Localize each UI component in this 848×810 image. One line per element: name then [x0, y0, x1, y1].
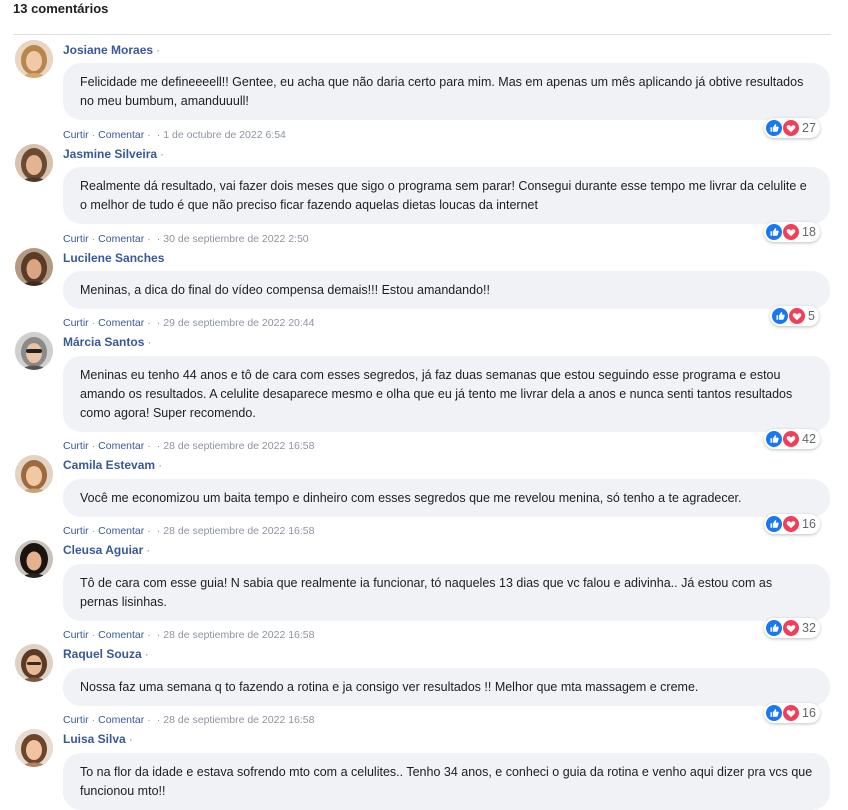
reply-link[interactable]: Comentar [98, 129, 144, 141]
reaction-count: 18 [802, 225, 816, 239]
comment-actions: Curtir · Comentar · · 28 de septiembre de 202… [63, 440, 315, 452]
avatar[interactable] [15, 729, 53, 767]
comment-date[interactable]: 28 de septiembre de 2022 16:58 [163, 629, 314, 641]
reply-link[interactable]: Comentar [98, 629, 144, 641]
comment-actions: Curtir · Comentar · · 1 de octubre de 2022 6:… [63, 129, 286, 141]
like-link[interactable]: Curtir [63, 525, 89, 537]
comment-text: Felicidade me defineeeell!! Gentee, eu a… [63, 63, 830, 120]
love-reaction-icon [783, 431, 799, 447]
comments-count-title: 13 comentários [13, 1, 109, 16]
comment-date[interactable]: 28 de septiembre de 2022 16:58 [163, 525, 314, 537]
reactions-badge[interactable]: 32 [764, 618, 820, 638]
comment-text: Meninas, a dica do final do vídeo compen… [63, 271, 830, 309]
commenter-name[interactable]: Josiane Moraes · [63, 43, 160, 57]
like-link[interactable]: Curtir [63, 714, 89, 726]
comment-text: Meninas eu tenho 44 anos e tô de cara co… [63, 356, 830, 432]
like-reaction-icon [766, 120, 782, 136]
reactions-badge[interactable]: 16 [764, 703, 820, 723]
reply-link[interactable]: Comentar [98, 440, 144, 452]
avatar[interactable] [15, 644, 53, 682]
comment-text: Realmente dá resultado, vai fazer dois m… [63, 167, 830, 224]
reaction-count: 5 [808, 309, 815, 323]
comment-text: Você me economizou um baita tempo e dinh… [63, 479, 830, 517]
comment-date[interactable]: 30 de septiembre de 2022 2:50 [163, 233, 308, 245]
avatar-photo-icon [15, 248, 53, 286]
avatar[interactable] [15, 248, 53, 286]
comment-actions: Curtir · Comentar · · 28 de septiembre de 202… [63, 629, 315, 641]
avatar-photo-icon [15, 332, 53, 370]
reply-link[interactable]: Comentar [98, 525, 144, 537]
love-reaction-icon [783, 224, 799, 240]
reply-link[interactable]: Comentar [98, 317, 144, 329]
commenter-name[interactable]: Cleusa Aguiar · [63, 543, 150, 557]
commenter-name[interactable]: Raquel Souza · [63, 647, 149, 661]
comment-text: Nossa faz uma semana q to fazendo a roti… [63, 668, 830, 706]
commenter-name[interactable]: Camila Estevam · [63, 458, 162, 472]
like-reaction-icon [766, 620, 782, 636]
reactions-badge[interactable]: 18 [764, 222, 820, 242]
avatar-photo-icon [15, 540, 53, 578]
divider [13, 34, 831, 35]
like-link[interactable]: Curtir [63, 629, 89, 641]
avatar-photo-icon [15, 40, 53, 78]
love-reaction-icon [789, 308, 805, 324]
reply-link[interactable]: Comentar [98, 233, 144, 245]
commenter-name[interactable]: Lucilene Sanches [63, 251, 164, 265]
reaction-count: 16 [802, 706, 816, 720]
avatar[interactable] [15, 40, 53, 78]
love-reaction-icon [783, 120, 799, 136]
like-link[interactable]: Curtir [63, 317, 89, 329]
comment-text: Tô de cara com esse guia! N sabia que re… [63, 564, 830, 621]
commenter-name[interactable]: Márcia Santos · [63, 335, 151, 349]
reaction-count: 32 [802, 621, 816, 635]
commenter-name[interactable]: Luisa Silva · [63, 732, 133, 746]
comment-date[interactable]: 28 de septiembre de 2022 16:58 [163, 440, 314, 452]
comment-date[interactable]: 1 de octubre de 2022 6:54 [163, 129, 286, 141]
avatar-photo-icon [15, 455, 53, 493]
comment-date[interactable]: 29 de septiembre de 2022 20:44 [163, 317, 314, 329]
like-reaction-icon [766, 516, 782, 532]
avatar-photo-icon [15, 644, 53, 682]
avatar[interactable] [15, 455, 53, 493]
love-reaction-icon [783, 705, 799, 721]
reaction-count: 27 [802, 121, 816, 135]
comment-text: To na flor da idade e estava sofrendo mt… [63, 753, 830, 810]
like-reaction-icon [766, 705, 782, 721]
like-link[interactable]: Curtir [63, 233, 89, 245]
comment-date[interactable]: 28 de septiembre de 2022 16:58 [163, 714, 314, 726]
reply-link[interactable]: Comentar [98, 714, 144, 726]
comment-actions: Curtir · Comentar · · 29 de septiembre de 202… [63, 317, 315, 329]
love-reaction-icon [783, 516, 799, 532]
like-link[interactable]: Curtir [63, 440, 89, 452]
like-reaction-icon [766, 224, 782, 240]
avatar[interactable] [15, 540, 53, 578]
commenter-name[interactable]: Jasmine Silveira · [63, 147, 164, 161]
reactions-badge[interactable]: 42 [764, 429, 820, 449]
comment-actions: Curtir · Comentar · · 28 de septiembre de 202… [63, 525, 315, 537]
reactions-badge[interactable]: 27 [764, 118, 820, 138]
reactions-badge[interactable]: 5 [770, 306, 819, 326]
like-reaction-icon [766, 431, 782, 447]
reaction-count: 42 [802, 432, 816, 446]
comment-actions: Curtir · Comentar · · 30 de septiembre de 202… [63, 233, 309, 245]
avatar-photo-icon [15, 729, 53, 767]
reaction-count: 16 [802, 517, 816, 531]
avatar[interactable] [15, 332, 53, 370]
like-reaction-icon [772, 308, 788, 324]
avatar[interactable] [15, 144, 53, 182]
reactions-badge[interactable]: 16 [764, 514, 820, 534]
comment-actions: Curtir · Comentar · · 28 de septiembre de 202… [63, 714, 315, 726]
love-reaction-icon [783, 620, 799, 636]
avatar-photo-icon [15, 144, 53, 182]
like-link[interactable]: Curtir [63, 129, 89, 141]
